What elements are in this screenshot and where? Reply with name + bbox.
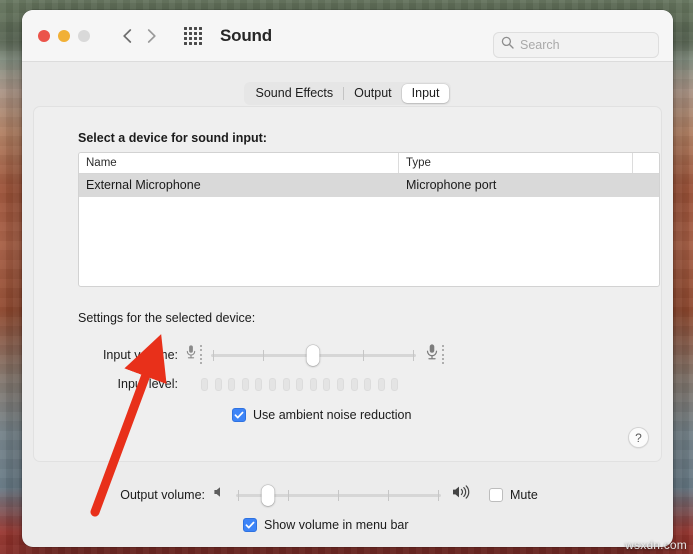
level-segment (377, 377, 385, 391)
mute-label: Mute (510, 487, 538, 502)
level-dots-left-icon (200, 344, 202, 365)
ambient-noise-checkbox-row[interactable]: Use ambient noise reduction (232, 408, 411, 422)
slider-tick (238, 489, 239, 501)
device-table[interactable]: Name Type External Microphone Microphone… (78, 152, 660, 287)
segmented-tab-control: Sound Effects Output Input (243, 82, 452, 105)
slider-tick (263, 349, 264, 361)
input-volume-slider[interactable] (211, 344, 416, 366)
show-volume-menu-bar-row[interactable]: Show volume in menu bar (243, 518, 409, 532)
forward-chevron-icon[interactable] (146, 28, 157, 44)
mute-checkbox[interactable] (489, 487, 503, 502)
ambient-noise-label: Use ambient noise reduction (253, 408, 412, 422)
settings-for-device-label: Settings for the selected device: (78, 311, 256, 325)
input-level-meter (201, 377, 399, 391)
level-segment (391, 377, 399, 391)
output-volume-row: Output volume: Mute (77, 484, 538, 506)
input-volume-label: Input volume: (102, 347, 178, 362)
slider-tick (363, 349, 364, 361)
level-segment (228, 377, 236, 391)
tab-output[interactable]: Output (344, 84, 402, 103)
level-segment (201, 377, 208, 391)
traffic-light-group (38, 29, 90, 42)
level-segment (255, 377, 263, 391)
select-device-label: Select a device for sound input: (78, 131, 267, 145)
microphone-small-icon (185, 344, 197, 365)
tab-input[interactable]: Input (401, 84, 450, 103)
level-segment (323, 377, 331, 391)
tab-sound-effects[interactable]: Sound Effects (246, 84, 344, 103)
speaker-mute-icon (212, 485, 226, 504)
close-window-button[interactable] (38, 29, 50, 42)
search-field[interactable] (493, 32, 659, 58)
minimize-window-button[interactable] (58, 29, 70, 42)
column-header-type[interactable]: Type (399, 153, 633, 173)
output-volume-slider[interactable] (236, 484, 441, 506)
level-segment (282, 377, 290, 391)
input-level-row: Input level: (78, 377, 399, 391)
level-segment (309, 377, 317, 391)
slider-tick (388, 489, 389, 501)
table-row[interactable]: External Microphone Microphone port (79, 174, 659, 197)
ambient-noise-checkbox[interactable] (232, 408, 246, 422)
speaker-loud-icon (451, 484, 473, 505)
column-header-spacer (633, 153, 659, 173)
level-segment (336, 377, 344, 391)
page-title: Sound (220, 25, 272, 45)
level-dots-right-icon (442, 344, 444, 365)
sound-preferences-window: Sound Sound Effects Output Input (22, 10, 673, 547)
slider-thumb[interactable] (261, 484, 275, 506)
microphone-large-icon (425, 343, 439, 366)
back-chevron-icon[interactable] (122, 28, 133, 44)
window-titlebar: Sound (22, 10, 673, 62)
slider-tick (338, 489, 339, 501)
help-button[interactable]: ? (628, 427, 649, 448)
input-volume-min-icon-group (185, 344, 202, 365)
mute-checkbox-row[interactable]: Mute (489, 487, 538, 502)
search-input[interactable] (520, 38, 644, 52)
level-segment (364, 377, 372, 391)
show-volume-menu-bar-label: Show volume in menu bar (264, 518, 409, 532)
table-header-row: Name Type (79, 153, 659, 174)
output-volume-label: Output volume: (120, 487, 205, 502)
device-name: External Microphone (86, 178, 201, 192)
tab-bar: Sound Effects Output Input (22, 82, 673, 105)
slider-tick (213, 349, 214, 361)
navigation-arrows (122, 28, 157, 44)
desktop-background: Sound Sound Effects Output Input (0, 0, 693, 554)
level-segment (268, 377, 276, 391)
input-volume-row: Input volume: (78, 343, 444, 366)
level-segment (241, 377, 249, 391)
level-segment (214, 377, 222, 391)
level-segment (296, 377, 304, 391)
slider-thumb[interactable] (306, 344, 320, 366)
show-volume-menu-bar-checkbox[interactable] (243, 518, 257, 532)
slider-tick (438, 489, 439, 501)
slider-tick (413, 349, 414, 361)
input-settings-panel: Select a device for sound input: Name Ty… (33, 106, 662, 462)
maximize-window-button[interactable] (78, 29, 90, 42)
all-preferences-grid-icon[interactable] (184, 26, 202, 45)
input-level-label: Input level: (117, 377, 178, 391)
level-segment (350, 377, 358, 391)
input-volume-max-icon-group (425, 343, 444, 366)
column-header-name[interactable]: Name (79, 153, 399, 173)
watermark: wsxdn.com (625, 538, 687, 552)
slider-tick (288, 489, 289, 501)
device-type: Microphone port (406, 178, 497, 192)
search-icon (501, 36, 514, 54)
